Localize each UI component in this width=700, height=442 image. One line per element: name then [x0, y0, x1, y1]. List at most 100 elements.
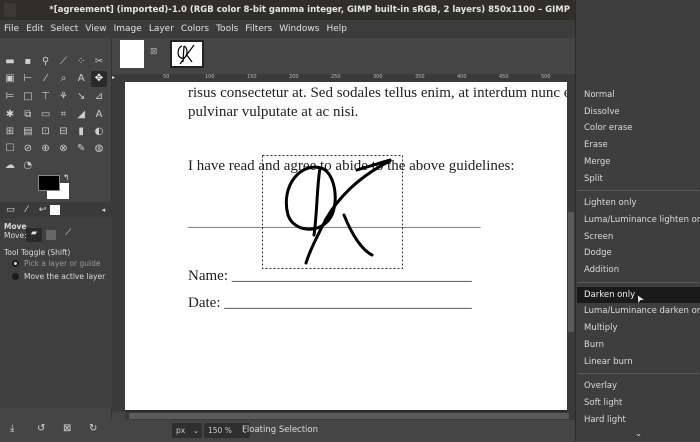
move-path-icon[interactable]: ⟋ — [65, 228, 71, 238]
blend-mode-merge[interactable]: Merge — [577, 154, 700, 170]
tool-icon[interactable]: ◢ — [73, 107, 89, 123]
tool-icon[interactable]: ☐ — [2, 141, 18, 157]
tool-icon[interactable]: ⟋ — [55, 54, 71, 70]
blend-mode-luma-luminance-lighten-only[interactable]: Luma/Luminance lighten only — [577, 212, 700, 228]
blend-mode-lighten-only[interactable]: Lighten only — [577, 195, 700, 211]
tool-icon[interactable]: ⚘ — [55, 89, 71, 105]
menubar: File Edit Select View Image Layer Colors Tools F… — [0, 20, 575, 38]
delete-options-icon[interactable]: ⊠ — [63, 423, 71, 434]
blend-mode-erase[interactable]: Erase — [577, 137, 700, 153]
foreground-color[interactable] — [38, 175, 60, 191]
menu-filters[interactable]: Filters — [245, 24, 272, 34]
radio-move-active[interactable] — [12, 273, 19, 280]
restore-options-icon[interactable]: ↺ — [37, 423, 45, 434]
move-selection-icon[interactable] — [46, 230, 56, 240]
menu-select[interactable]: Select — [51, 24, 79, 34]
swap-colors-icon[interactable]: ↰ — [63, 173, 70, 182]
window-control[interactable] — [4, 3, 16, 17]
blend-mode-normal[interactable]: Normal — [577, 87, 700, 103]
tool-icon[interactable]: ▬ — [2, 54, 18, 70]
blend-mode-split[interactable]: Split — [577, 171, 700, 187]
blend-mode-luma-luminance-darken-only[interactable]: Luma/Luminance darken only — [577, 303, 700, 319]
tool-icon[interactable]: ◔ — [20, 158, 36, 174]
radio-pick-layer[interactable] — [12, 260, 19, 267]
tool-icon[interactable]: ▭ — [38, 107, 54, 123]
blend-mode-screen[interactable]: Screen — [577, 229, 700, 245]
tool-icon[interactable]: ▤ — [20, 124, 36, 140]
horizontal-ruler[interactable]: 50 100 150 200 250 300 350 400 450 500 — [125, 74, 575, 82]
tool-icon[interactable]: ▪ — [20, 54, 36, 70]
tool-icon[interactable]: ⚲ — [38, 54, 54, 70]
menu-help[interactable]: Help — [326, 24, 347, 34]
image-canvas[interactable]: risus consectetur at. Sed sodales tellus… — [125, 82, 567, 410]
blend-mode-addition[interactable]: Addition — [577, 262, 700, 278]
blend-mode-burn[interactable]: Burn — [577, 337, 700, 353]
tool-icon[interactable]: ⊿ — [91, 89, 107, 105]
tool-icon[interactable]: ⌗ — [55, 107, 71, 123]
tool-icon[interactable]: ⊢ — [20, 71, 36, 87]
date-field-text: Date: _________________________________ — [188, 295, 472, 311]
tool-icon[interactable]: ↘ — [73, 89, 89, 105]
close-tab-icon[interactable]: ⊠ — [150, 47, 158, 57]
tool-icon[interactable]: ▣ — [2, 71, 18, 87]
tool-icon[interactable]: ◐ — [91, 124, 107, 140]
vertical-scrollbar[interactable] — [567, 82, 575, 412]
tool-icon[interactable]: A — [73, 71, 89, 87]
tool-options-tab-icon[interactable]: ▭ — [3, 203, 18, 217]
move-layer-icon[interactable]: ▰ — [26, 228, 42, 242]
blend-mode-soft-light[interactable]: Soft light — [577, 395, 700, 411]
image-tab-1[interactable] — [120, 40, 144, 68]
tool-icon[interactable]: ⊤ — [38, 89, 54, 105]
blend-mode-menu: Normal Dissolve Color erase Erase Merge Split… — [575, 0, 700, 441]
tool-icon[interactable]: ⧉ — [20, 107, 36, 123]
tool-icon[interactable]: ⊗ — [55, 141, 71, 157]
tool-icon[interactable]: ⊘ — [20, 141, 36, 157]
dock-menu-icon[interactable]: ◂ — [96, 203, 111, 217]
tool-icon[interactable]: ⊕ — [38, 141, 54, 157]
blend-mode-multiply[interactable]: Multiply — [577, 320, 700, 336]
tool-icon[interactable]: ▮ — [73, 124, 89, 140]
blend-mode-linear-burn[interactable]: Linear burn — [577, 354, 700, 370]
tool-icon[interactable]: ✥ — [91, 71, 107, 87]
horizontal-scrollbar[interactable] — [125, 412, 575, 420]
device-status-tab-icon[interactable]: ⁄ — [19, 203, 34, 217]
menu-colors[interactable]: Colors — [181, 24, 209, 34]
floating-selection[interactable] — [262, 155, 404, 270]
menu-view[interactable]: View — [85, 24, 106, 34]
image-tab-agreement[interactable] — [170, 40, 204, 68]
quick-mask-toggle[interactable]: ▸ — [112, 74, 125, 82]
menu-file[interactable]: File — [4, 24, 19, 34]
vertical-ruler[interactable] — [112, 82, 125, 412]
blend-mode-overlay[interactable]: Overlay — [577, 378, 700, 394]
tool-icon[interactable]: ⊟ — [55, 124, 71, 140]
reset-options-icon[interactable]: ↻ — [89, 423, 97, 434]
blend-mode-dissolve[interactable]: Dissolve — [577, 104, 700, 120]
tool-icon[interactable]: ⊨ — [2, 89, 18, 105]
tool-icon[interactable]: A — [91, 107, 107, 123]
tool-icon[interactable]: ⁘ — [73, 54, 89, 70]
save-options-icon[interactable]: ⤓ — [10, 423, 14, 434]
tool-icon[interactable]: ⊡ — [38, 124, 54, 140]
menu-image[interactable]: Image — [114, 24, 142, 34]
blend-mode-color-erase[interactable]: Color erase — [577, 120, 700, 136]
tool-icon[interactable]: ◍ — [91, 141, 107, 157]
tool-icon[interactable]: □ — [20, 89, 36, 105]
images-tab-icon[interactable] — [50, 205, 60, 215]
chevron-down-icon: ⌄ — [192, 426, 199, 435]
tool-icon[interactable]: ✎ — [73, 141, 89, 157]
unit-select[interactable]: px ⌄ — [172, 423, 202, 438]
tool-icon[interactable]: ⊞ — [2, 124, 18, 140]
blend-mode-dodge[interactable]: Dodge — [577, 245, 700, 261]
zoom-select[interactable]: 150 % ⌄ — [204, 423, 250, 438]
undo-history-tab-icon[interactable]: ↩ — [35, 203, 50, 217]
tool-icon[interactable]: ⌕ — [55, 71, 71, 87]
menu-edit[interactable]: Edit — [26, 24, 43, 34]
tool-icon[interactable]: ✂ — [91, 54, 107, 70]
scroll-down-icon[interactable]: ⌄ — [577, 426, 700, 442]
menu-layer[interactable]: Layer — [149, 24, 174, 34]
tool-icon[interactable]: ⁄ — [38, 71, 54, 87]
tool-icon[interactable]: ☁ — [2, 158, 18, 174]
tool-icon[interactable]: ✱ — [2, 107, 18, 123]
menu-tools[interactable]: Tools — [216, 24, 238, 34]
menu-windows[interactable]: Windows — [279, 24, 319, 34]
